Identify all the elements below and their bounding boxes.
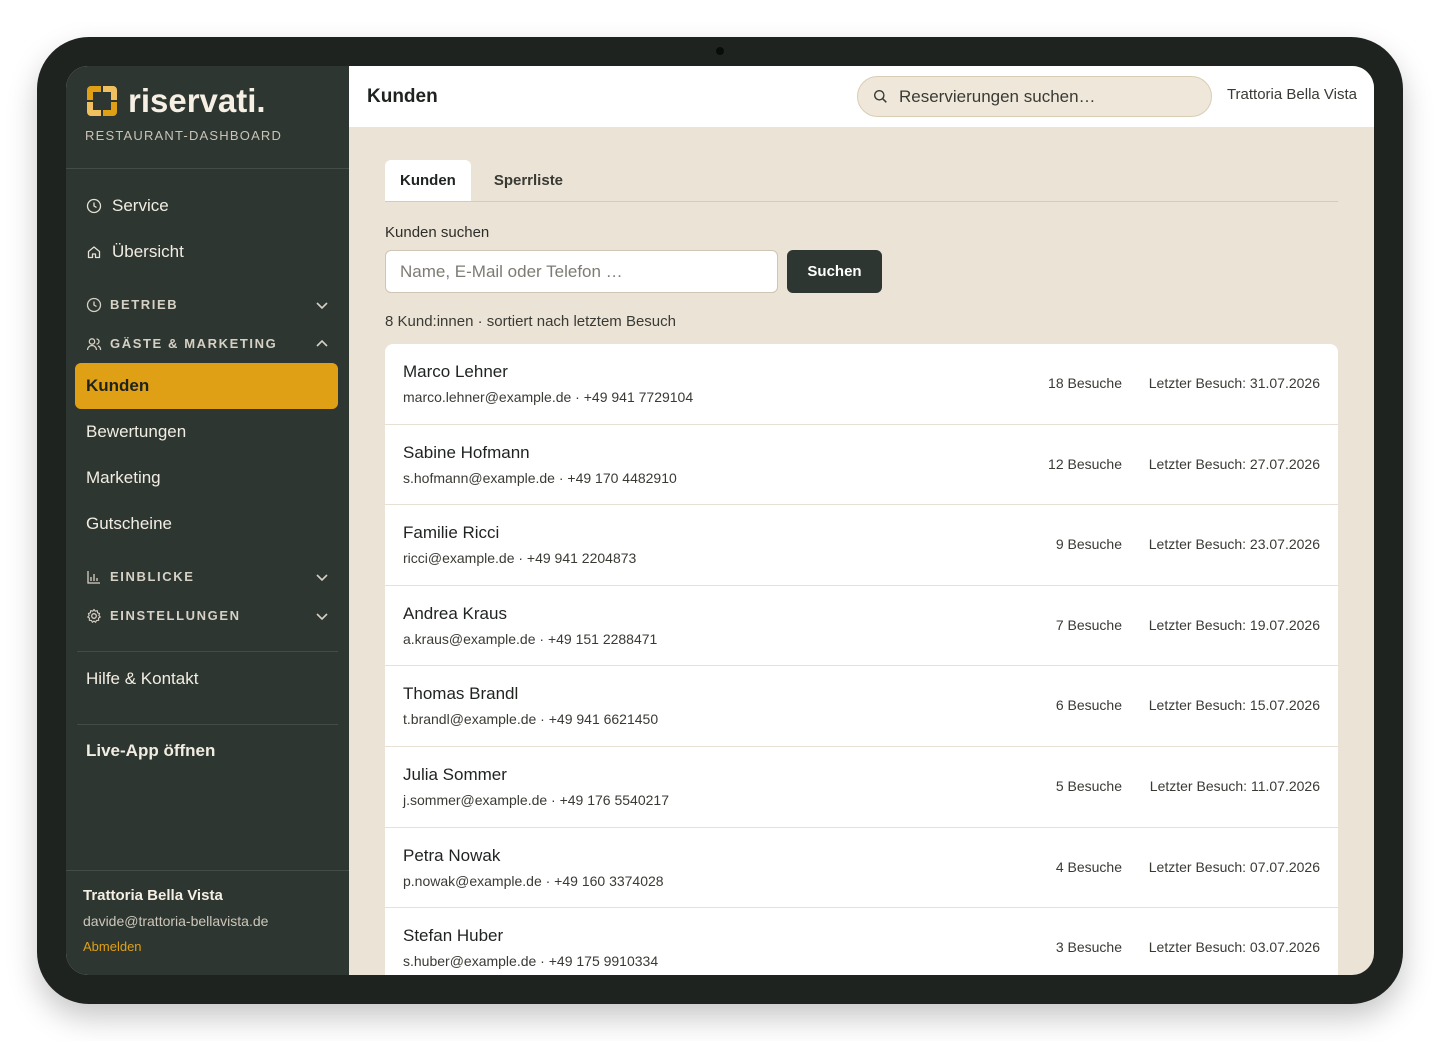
last-visit: Letzter Besuch: 15.07.2026: [1148, 697, 1320, 714]
chevron-down-icon: [315, 570, 329, 584]
brand-row: riservati.: [85, 84, 349, 118]
customer-name: Petra Nowak: [403, 845, 501, 865]
visit-count: 7 Besuche: [1055, 616, 1122, 633]
tab-kunden[interactable]: Kunden: [385, 160, 471, 201]
open-live-app-link[interactable]: Live-App öffnen: [66, 725, 349, 777]
account-email: davide@trattoria-bellavista.de: [83, 913, 269, 929]
customer-name: Thomas Brandl: [403, 684, 519, 704]
customer-contact: s.hofmann@example.de · +49 170 4482910: [403, 469, 677, 486]
last-visit: Letzter Besuch: 31.07.2026: [1148, 375, 1320, 391]
customer-search-input[interactable]: [385, 250, 778, 293]
nav-group-label: EINBLICKE: [110, 569, 195, 584]
brand: riservati. RESTAURANT-DASHBOARD: [66, 66, 349, 169]
sidebar-item-gutscheine[interactable]: Gutscheine: [66, 501, 349, 547]
nav-group-label: GÄSTE & MARKETING: [110, 336, 278, 351]
reservation-search[interactable]: [857, 76, 1212, 117]
customer-row[interactable]: Petra Nowak p.nowak@example.de · +49 160…: [385, 828, 1338, 909]
camera-dot: [716, 47, 724, 55]
customer-row[interactable]: Andrea Kraus a.kraus@example.de · +49 15…: [385, 586, 1338, 667]
page-title: Kunden: [367, 85, 438, 107]
sidebar-item-service[interactable]: Service: [66, 183, 349, 229]
nav-group-einstellungen[interactable]: EINSTELLUNGEN: [66, 596, 349, 635]
sidebar-item-bewertungen[interactable]: Bewertungen: [66, 409, 349, 455]
customer-list: Marco Lehner marco.lehner@example.de · +…: [385, 344, 1338, 975]
visit-count: 18 Besuche: [1048, 375, 1122, 391]
nav-group-label: BETRIEB: [110, 297, 179, 312]
nav-group-label: EINSTELLUNGEN: [110, 608, 241, 623]
users-icon: [86, 336, 102, 352]
customer-contact: t.brandl@example.de · +49 941 6621450: [403, 711, 659, 728]
sidebar-item-kunden[interactable]: Kunden: [75, 363, 338, 409]
reservation-search-input[interactable]: [899, 86, 1189, 107]
customer-contact: s.huber@example.de · +49 175 9910334: [403, 953, 659, 970]
search-button[interactable]: Suchen: [787, 250, 882, 293]
sidebar-item-label: Übersicht: [112, 242, 184, 261]
customer-row[interactable]: Familie Ricci ricci@example.de · +49 941…: [385, 505, 1338, 586]
logout-link[interactable]: Abmelden: [83, 939, 142, 954]
sidebar-nav: Service Übersicht BETRIEB GÄSTE & MARKET…: [66, 169, 349, 777]
nav-group-betrieb[interactable]: BETRIEB: [66, 285, 349, 324]
sidebar-item-label: Service: [112, 196, 169, 215]
customer-row[interactable]: Julia Sommer j.sommer@example.de · +49 1…: [385, 747, 1338, 828]
tab-bar: Kunden Sperrliste: [385, 160, 1338, 202]
visit-count: 12 Besuche: [1048, 455, 1122, 472]
account-panel: Trattoria Bella Vista davide@trattoria-b…: [66, 870, 349, 975]
result-summary: 8 Kund:innen · sortiert nach letztem Bes…: [385, 313, 676, 330]
home-icon: [86, 244, 102, 260]
sidebar-item-overview[interactable]: Übersicht: [66, 229, 349, 275]
customer-name: Julia Sommer: [403, 764, 507, 784]
customer-contact: p.nowak@example.de · +49 160 3374028: [403, 872, 664, 889]
brand-logo-icon: [87, 86, 117, 116]
visit-count: 3 Besuche: [1055, 939, 1122, 956]
last-visit: Letzter Besuch: 03.07.2026: [1148, 939, 1320, 956]
venue-name[interactable]: Trattoria Bella Vista: [1227, 86, 1357, 103]
sidebar: riservati. RESTAURANT-DASHBOARD Service …: [66, 66, 349, 975]
customer-name: Marco Lehner: [403, 362, 508, 381]
customer-name: Sabine Hofmann: [403, 442, 530, 462]
visit-count: 5 Besuche: [1055, 777, 1122, 794]
sidebar-item-help[interactable]: Hilfe & Kontakt: [66, 652, 349, 706]
customer-contact: ricci@example.de · +49 941 2204873: [403, 550, 637, 567]
last-visit: Letzter Besuch: 19.07.2026: [1148, 616, 1320, 633]
clock-icon: [86, 297, 102, 313]
tab-sperrliste[interactable]: Sperrliste: [479, 160, 578, 201]
customer-contact: marco.lehner@example.de · +49 941 772910…: [403, 389, 694, 405]
customer-contact: a.kraus@example.de · +49 151 2288471: [403, 630, 658, 647]
last-visit: Letzter Besuch: 11.07.2026: [1149, 777, 1320, 794]
nav-group-gaeste-marketing[interactable]: GÄSTE & MARKETING: [66, 324, 349, 363]
bar-chart-icon: [86, 569, 102, 585]
clock-icon: [86, 198, 102, 214]
account-name: Trattoria Bella Vista: [83, 887, 223, 904]
customer-search-label: Kunden suchen: [385, 224, 490, 241]
customer-name: Andrea Kraus: [403, 603, 507, 623]
visit-count: 6 Besuche: [1055, 697, 1122, 714]
last-visit: Letzter Besuch: 07.07.2026: [1148, 858, 1320, 875]
customer-contact: j.sommer@example.de · +49 176 5540217: [403, 791, 669, 808]
nav-group-einblicke[interactable]: EINBLICKE: [66, 557, 349, 596]
customer-name: Stefan Huber: [403, 926, 504, 946]
visit-count: 9 Besuche: [1055, 536, 1122, 553]
customer-row[interactable]: Thomas Brandl t.brandl@example.de · +49 …: [385, 666, 1338, 747]
customer-search-row: Suchen: [385, 250, 1338, 293]
search-icon: [873, 89, 888, 104]
last-visit: Letzter Besuch: 23.07.2026: [1148, 536, 1320, 553]
sidebar-item-marketing[interactable]: Marketing: [66, 455, 349, 501]
screen: riservati. RESTAURANT-DASHBOARD Service …: [66, 66, 1374, 975]
customer-name: Familie Ricci: [403, 523, 500, 543]
chevron-down-icon: [315, 298, 329, 312]
customer-row[interactable]: Sabine Hofmann s.hofmann@example.de · +4…: [385, 425, 1338, 506]
gear-icon: [86, 608, 102, 624]
last-visit: Letzter Besuch: 27.07.2026: [1148, 455, 1320, 472]
topbar: Kunden Trattoria Bella Vista: [349, 66, 1374, 127]
brand-name: riservati.: [128, 82, 266, 119]
tablet-frame: riservati. RESTAURANT-DASHBOARD Service …: [37, 37, 1403, 1004]
brand-subtitle: RESTAURANT-DASHBOARD: [85, 128, 283, 143]
customer-row[interactable]: Stefan Huber s.huber@example.de · +49 17…: [385, 908, 1338, 975]
main-area: Kunden Trattoria Bella Vista Kunden Sper…: [349, 66, 1374, 975]
visit-count: 4 Besuche: [1055, 858, 1122, 875]
content: Kunden Sperrliste Kunden suchen Suchen 8…: [349, 127, 1374, 975]
chevron-up-icon: [315, 337, 329, 351]
chevron-down-icon: [315, 609, 329, 623]
customer-row[interactable]: Marco Lehner marco.lehner@example.de · +…: [385, 344, 1338, 425]
